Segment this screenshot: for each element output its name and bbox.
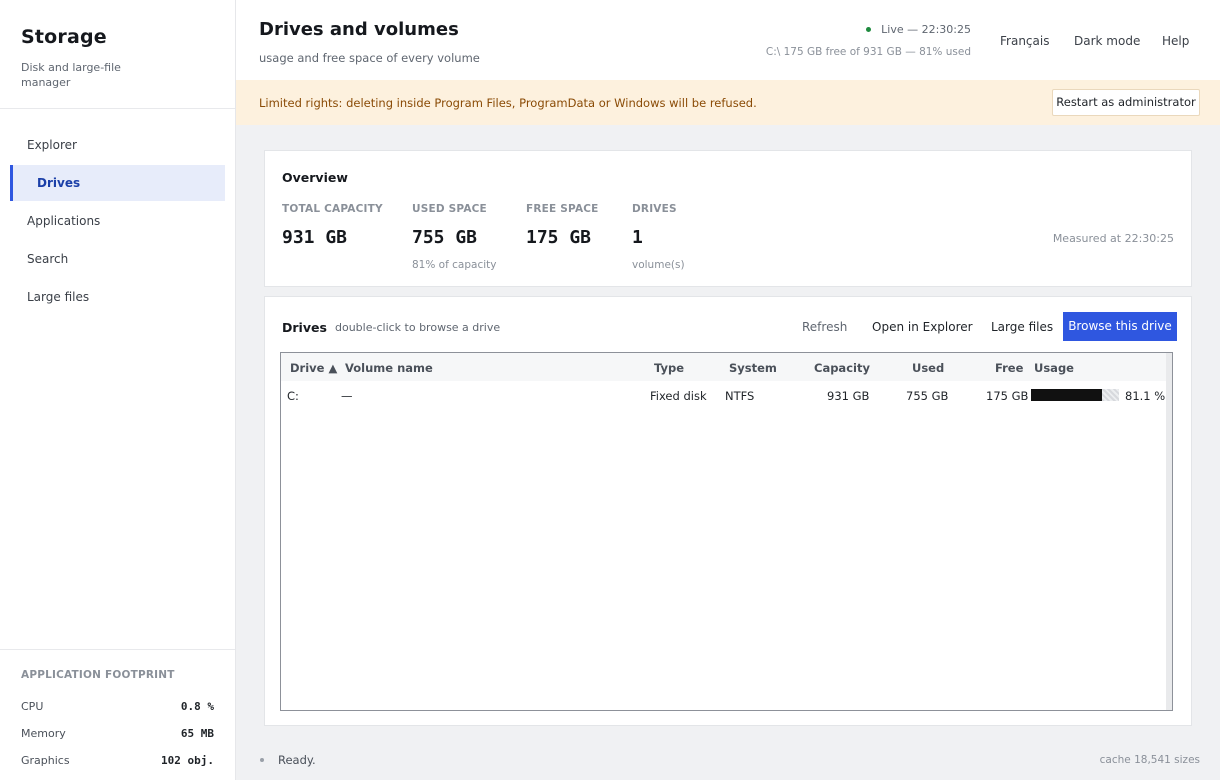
footprint-label: Memory [21,727,66,740]
footprint-value: 65 MB [180,727,214,740]
drives-table[interactable]: Drive ▲ Volume name Type System Capacity… [280,352,1173,711]
stat-label: DRIVES [632,203,677,215]
open-in-explorer-button[interactable]: Open in Explorer [872,320,973,334]
app-footprint: APPLICATION FOOTPRINT CPU 0.8 % Memory 6… [0,649,235,780]
stat-value: 755 GB [412,227,478,248]
sidebar: Storage Disk and large-file manager Expl… [0,0,236,780]
cell-volume-name: — [341,389,353,403]
drives-card: Drives double-click to browse a drive Re… [264,296,1192,726]
page-title: Drives and volumes [259,19,459,40]
live-time: Live — 22:30:25 [881,23,971,36]
column-volume-name[interactable]: Volume name [345,361,433,375]
footprint-row-memory: Memory 65 MB [21,720,214,747]
stat-value: 931 GB [282,227,348,248]
stat-free-space: FREE SPACE 175 GB [526,203,599,248]
sidebar-item-applications[interactable]: Applications [0,203,225,239]
sidebar-item-drives[interactable]: Drives [10,165,225,201]
restart-admin-button[interactable]: Restart as administrator [1052,89,1200,116]
usage-bar [1031,389,1119,401]
column-used[interactable]: Used [912,361,944,375]
refresh-button[interactable]: Refresh [802,320,847,334]
help-link[interactable]: Help [1162,34,1189,48]
status-bar: Ready. cache 18,541 sizes [236,740,1220,780]
drives-title: Drives [282,320,327,335]
footprint-row-graphics: Graphics 102 obj. [21,747,214,774]
stat-label: FREE SPACE [526,203,599,215]
usage-bar-fill [1031,389,1103,401]
live-dot-icon [866,27,872,32]
app-subtitle: Disk and large-file manager [21,61,121,89]
rights-banner: Limited rights: deleting inside Program … [236,80,1220,125]
footprint-label: CPU [21,700,44,713]
cell-usage-percent: 81.1 % [1125,389,1166,403]
drives-hint: double-click to browse a drive [335,321,501,334]
stat-total-capacity: TOTAL CAPACITY 931 GB [282,203,383,248]
stat-note: 81% of capacity [412,259,497,271]
cache-count: cache 18,541 sizes [1099,754,1200,766]
footprint-row-cpu: CPU 0.8 % [21,693,214,720]
stat-label: TOTAL CAPACITY [282,203,383,215]
stat-drives: DRIVES 1 volume(s) [632,203,685,271]
browse-drive-button[interactable]: Browse this drive [1063,312,1177,341]
sidebar-item-explorer[interactable]: Explorer [0,127,225,163]
table-row[interactable]: C: — Fixed disk NTFS 931 GB 755 GB 175 G… [281,381,1167,409]
footprint-heading: APPLICATION FOOTPRINT [21,669,175,681]
column-system[interactable]: System [729,361,777,375]
column-type[interactable]: Type [654,361,684,375]
stat-value: 1 [632,227,643,248]
column-drive[interactable]: Drive ▲ [290,361,337,375]
sidebar-item-large-files[interactable]: Large files [0,279,225,315]
cell-used: 755 GB [906,389,949,403]
stat-value: 175 GB [526,227,592,248]
cell-system: NTFS [725,389,755,403]
brand: Storage Disk and large-file manager [0,0,235,109]
stat-used-space: USED SPACE 755 GB 81% of capacity [412,203,496,271]
usage-bar-remaining [1102,389,1119,401]
footprint-label: Graphics [21,754,70,767]
stat-note: volume(s) [632,259,685,271]
column-usage[interactable]: Usage [1034,361,1074,375]
footprint-value: 0.8 % [180,700,214,713]
live-indicator: Live — 22:30:25 [866,23,971,36]
footprint-value: 102 obj. [161,754,214,767]
sidebar-nav: Explorer Drives Applications Search Larg… [0,109,235,315]
overview-card: Overview TOTAL CAPACITY 931 GB USED SPAC… [264,150,1192,287]
cell-free: 175 GB [986,389,1029,403]
status-dot-icon [260,758,264,762]
cell-drive: C: [287,389,299,403]
table-header: Drive ▲ Volume name Type System Capacity… [281,353,1167,381]
overview-title: Overview [282,170,348,185]
language-link[interactable]: Français [1000,34,1049,48]
cell-type: Fixed disk [650,389,707,403]
banner-text: Limited rights: deleting inside Program … [259,96,757,110]
page-header: Drives and volumes usage and free space … [236,0,1220,80]
column-free[interactable]: Free [995,361,1023,375]
page-subtitle: usage and free space of every volume [259,51,480,65]
status-text: Ready. [278,753,316,767]
column-capacity[interactable]: Capacity [814,361,870,375]
large-files-button[interactable]: Large files [991,320,1053,334]
sidebar-item-search[interactable]: Search [0,241,225,277]
live-summary: C:\ 175 GB free of 931 GB — 81% used [765,46,971,58]
stat-label: USED SPACE [412,203,487,215]
dark-mode-link[interactable]: Dark mode [1074,34,1140,48]
app-title: Storage [21,26,107,48]
measured-time: Measured at 22:30:25 [1052,232,1174,245]
table-scrollbar[interactable] [1166,353,1172,710]
cell-capacity: 931 GB [827,389,870,403]
